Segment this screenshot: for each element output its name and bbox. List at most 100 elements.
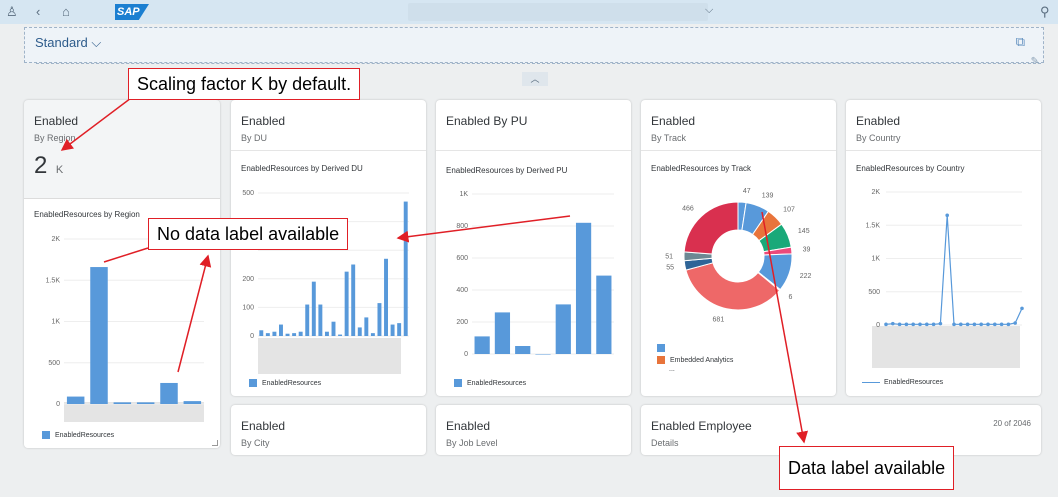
y-tick-label: 0 xyxy=(250,333,254,340)
data-point xyxy=(891,321,895,326)
y-tick-label: 2K xyxy=(51,236,60,243)
data-point xyxy=(979,322,983,327)
collapse-header-button[interactable]: ︿ xyxy=(522,72,548,86)
back-icon[interactable]: ‹ xyxy=(36,4,40,19)
bar xyxy=(272,331,277,336)
bar xyxy=(351,264,356,336)
variant-label: Standard xyxy=(35,35,88,50)
legend-label: EnabledResources xyxy=(884,379,944,386)
data-point xyxy=(999,322,1004,327)
legend-swatch xyxy=(657,356,665,364)
legend-more[interactable]: ... xyxy=(657,366,733,373)
y-tick-label: 500 xyxy=(48,360,60,367)
data-point xyxy=(925,322,929,327)
bar xyxy=(474,336,490,354)
y-tick-label: 0 xyxy=(464,351,468,358)
user-icon[interactable]: ♙ xyxy=(6,4,18,20)
bar xyxy=(397,323,402,336)
share-icon[interactable]: ⧉ xyxy=(1016,34,1025,50)
bar xyxy=(338,334,343,336)
slice-data-label: 55 xyxy=(666,264,674,271)
data-point xyxy=(952,322,956,327)
bar xyxy=(311,281,316,336)
chart-legend: EnabledResources xyxy=(249,379,321,387)
data-point xyxy=(884,322,888,327)
data-point xyxy=(959,322,963,327)
pin-icon[interactable]: ✎ xyxy=(1031,56,1039,67)
data-point xyxy=(945,213,949,218)
legend-label: EnabledResources xyxy=(262,379,322,387)
bar xyxy=(160,382,178,404)
bar xyxy=(259,330,264,336)
slice-data-label: 139 xyxy=(762,192,774,199)
slice-data-label: 39 xyxy=(803,246,811,253)
annotation-data-label: Data label available xyxy=(779,446,955,490)
data-point xyxy=(986,322,990,327)
bar xyxy=(279,324,283,336)
chevron-down-icon[interactable]: ⌵ xyxy=(705,4,713,17)
record-count: 20 of 2046 xyxy=(993,419,1031,428)
bar xyxy=(555,304,571,354)
bar xyxy=(183,401,202,404)
bar xyxy=(403,201,408,336)
bar xyxy=(344,271,349,336)
search-icon[interactable]: ⚲ xyxy=(1040,4,1050,20)
filter-bar: Standard ⌵ ⧉ ✎ xyxy=(24,27,1044,67)
y-tick-label: 200 xyxy=(242,276,254,283)
slice-data-label: 222 xyxy=(800,273,812,280)
bar xyxy=(575,222,592,354)
bar xyxy=(113,402,132,404)
region-bar-chart: 0 500 1K 1.5K 2K xyxy=(46,236,204,408)
data-point xyxy=(1013,321,1017,325)
slice-data-label: 47 xyxy=(743,188,751,195)
bar xyxy=(90,267,108,404)
variant-selector[interactable]: Standard ⌵ xyxy=(35,35,101,51)
y-tick-label: 1K xyxy=(871,256,880,263)
card-by-country[interactable]: Enabled By Country EnabledResources by C… xyxy=(846,100,1041,396)
sap-logo[interactable]: SAP xyxy=(115,4,149,20)
card-by-track[interactable]: Enabled By Track EnabledResources by Tra… xyxy=(641,100,836,396)
card-by-city[interactable]: Enabled By City xyxy=(231,405,426,455)
shell-bar: ♙ ‹ ⌂ SAP ⌵ ⚲ xyxy=(0,0,1058,24)
legend-label: EnabledResources xyxy=(467,379,527,387)
resize-handle[interactable] xyxy=(212,440,218,446)
card-by-pu[interactable]: Enabled By PU EnabledResources by Derive… xyxy=(436,100,631,396)
card-by-job-level[interactable]: Enabled By Job Level xyxy=(436,405,631,455)
bar xyxy=(136,402,155,404)
bar xyxy=(596,275,612,354)
chevron-down-icon: ⌵ xyxy=(91,35,102,50)
chart-legend: EnabledResources xyxy=(454,379,526,387)
legend-label: Embedded Analytics xyxy=(670,356,734,364)
slice-data-label: 466 xyxy=(682,205,694,212)
slice-data-label: 107 xyxy=(783,206,795,213)
y-tick-label: 1K xyxy=(459,191,468,198)
y-tick-label: 500 xyxy=(868,289,880,296)
y-tick-label: 1.5K xyxy=(46,277,61,284)
bar xyxy=(370,333,375,336)
bar xyxy=(285,333,290,336)
pu-bar-chart: 0 200 400 600 800 1K xyxy=(456,191,614,358)
legend-line-swatch xyxy=(862,381,880,383)
data-point xyxy=(911,322,915,327)
card-title: Enabled xyxy=(446,419,491,433)
bar xyxy=(390,324,395,336)
y-tick-label: 600 xyxy=(456,255,468,262)
card-subtitle: Details xyxy=(651,438,679,448)
legend-label: EnabledResources xyxy=(55,431,115,439)
chart-legend: EnabledResources xyxy=(42,431,114,439)
bar xyxy=(324,331,329,336)
country-line-chart: 0 500 1K 1.5K 2K xyxy=(866,189,1024,329)
card-by-region[interactable]: Enabled By Region 2 K EnabledResources b… xyxy=(24,100,220,448)
y-tick-label: 400 xyxy=(456,287,468,294)
bar xyxy=(535,354,551,355)
data-point xyxy=(1006,322,1011,327)
bar xyxy=(292,333,297,336)
bar xyxy=(377,303,382,336)
bar xyxy=(384,258,388,336)
app-title-area[interactable] xyxy=(408,3,708,21)
home-icon[interactable]: ⌂ xyxy=(62,4,70,19)
bar xyxy=(364,317,369,336)
data-point xyxy=(938,321,943,326)
bar xyxy=(66,396,85,404)
legend-item xyxy=(657,344,733,352)
